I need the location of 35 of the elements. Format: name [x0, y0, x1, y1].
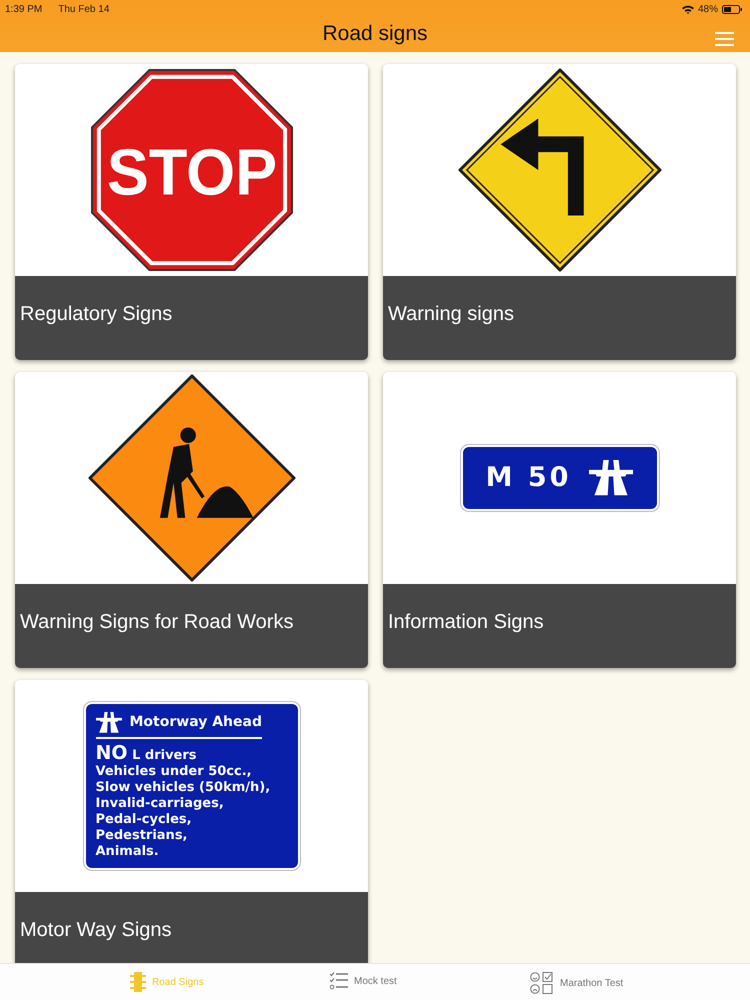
card-caption: Warning signs	[383, 276, 736, 360]
motorway-icon	[589, 460, 634, 496]
traffic-light-icon	[130, 972, 146, 992]
sign-text: M 50	[486, 460, 572, 495]
sign-text: Vehicles under 50cc.,	[96, 764, 253, 780]
category-card[interactable]: Warning signs	[383, 64, 736, 360]
status-time: 1:39 PM	[5, 2, 42, 16]
sign-text: Animals.	[96, 844, 160, 860]
category-card[interactable]: Motorway Ahead NO L drivers Vehicles under 50cc., Slow vehicles (50km/h), Invalid-carriages, Pedal-cycles, Pedestrians, Animals. Motor Way Signs	[15, 680, 368, 963]
status-date: Thu Feb 14	[58, 2, 110, 16]
smiley-checkbox-icon	[530, 972, 554, 994]
battery-icon	[722, 4, 742, 14]
sign-text: NO L drivers	[96, 744, 198, 764]
tab-button[interactable]: Marathon Test	[530, 972, 624, 994]
wifi-icon	[682, 4, 694, 14]
card-caption: Motor Way Signs	[15, 892, 368, 963]
category-card[interactable]: STOP Regulatory Signs	[15, 64, 368, 360]
category-card[interactable]: Warning Signs for Road Works	[15, 372, 368, 668]
sign-text: Pedestrians,	[96, 828, 188, 844]
battery-percent: 48%	[698, 2, 718, 16]
card-caption: Warning Signs for Road Works	[15, 584, 368, 668]
sign-text: Invalid-carriages,	[96, 796, 225, 812]
tab-button[interactable]: Mock test	[330, 972, 397, 990]
motorway-icon	[96, 712, 122, 733]
category-card[interactable]: M 50 Information Signs	[383, 372, 736, 668]
sign-text: Slow vehicles (50km/h),	[96, 780, 272, 796]
sign-text: STOP	[106, 136, 284, 209]
turn-arrow-icon	[500, 118, 584, 216]
page-title: Road signs	[322, 21, 428, 48]
menu-icon	[715, 32, 734, 46]
sign-title: Motorway Ahead	[130, 714, 262, 730]
card-caption: Regulatory Signs	[15, 276, 368, 360]
list-icon	[330, 972, 348, 990]
card-caption: Information Signs	[383, 584, 736, 668]
sign-text: Pedal-cycles,	[96, 812, 193, 828]
